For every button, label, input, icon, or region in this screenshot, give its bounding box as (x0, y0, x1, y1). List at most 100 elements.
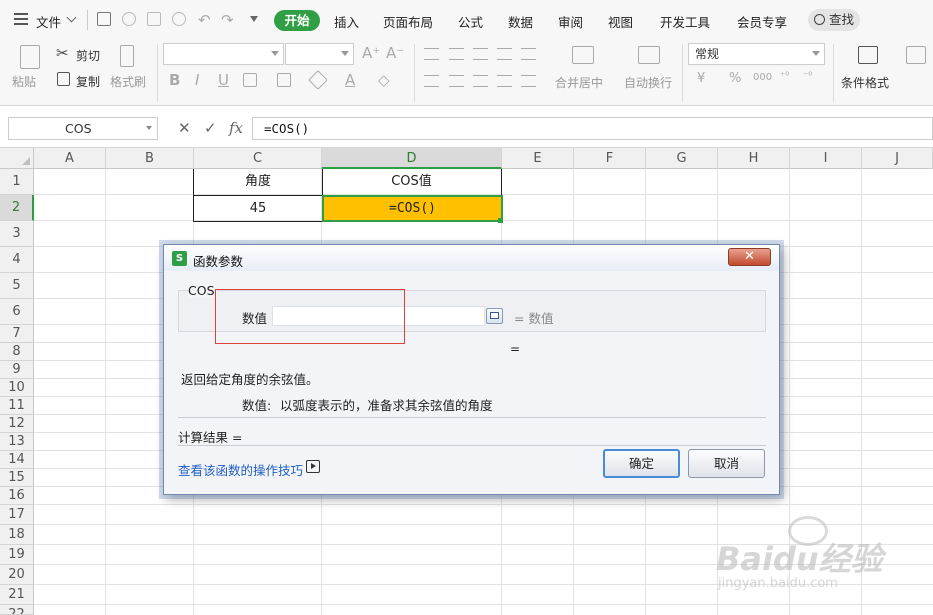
row-header-14[interactable]: 14 (0, 451, 34, 469)
row-header-19[interactable]: 19 (0, 545, 34, 565)
align-center-icon[interactable] (449, 75, 464, 87)
merge-center-icon[interactable] (572, 46, 594, 64)
tab-page-layout[interactable]: 页面布局 (383, 12, 433, 31)
cancel-formula-icon[interactable]: ✕ (178, 119, 191, 137)
cancel-button[interactable]: 取消 (688, 449, 765, 478)
row-header-3[interactable]: 3 (0, 221, 34, 247)
align-left-icon[interactable] (424, 75, 439, 87)
tab-review[interactable]: 审阅 (558, 12, 583, 31)
italic-button[interactable]: I (195, 71, 199, 89)
save-icon[interactable] (97, 12, 111, 26)
close-dialog-button[interactable]: ✕ (728, 248, 771, 266)
currency-button[interactable]: ¥ (697, 71, 705, 86)
tab-member[interactable]: 会员专享 (737, 12, 787, 31)
wrap-text-button[interactable]: 自动换行 (624, 74, 672, 91)
row-header-13[interactable]: 13 (0, 433, 34, 451)
select-all-corner[interactable] (0, 148, 34, 169)
print-icon[interactable] (147, 12, 161, 26)
row-header-16[interactable]: 16 (0, 487, 34, 505)
menu-icon[interactable] (14, 13, 28, 25)
percent-button[interactable]: % (729, 71, 741, 86)
font-name-combo[interactable] (163, 43, 284, 65)
align-top-icon[interactable] (424, 48, 439, 60)
font-shrink-icon[interactable]: A⁻ (386, 44, 404, 62)
row-header-17[interactable]: 17 (0, 505, 34, 525)
print-preview-icon[interactable] (172, 12, 186, 26)
row-header-10[interactable]: 10 (0, 379, 34, 397)
format-painter-icon[interactable] (120, 45, 134, 67)
row-header-2[interactable]: 2 (0, 195, 34, 221)
column-header-i[interactable]: I (790, 148, 862, 169)
indent-increase-icon[interactable] (521, 48, 536, 60)
increase-decimal-icon[interactable]: ⁺⁰ (780, 71, 789, 82)
chevron-down-icon[interactable] (146, 126, 152, 130)
column-header-f[interactable]: F (574, 148, 646, 169)
number-format-combo[interactable]: 常规 (688, 43, 825, 65)
font-color-icon[interactable]: A (345, 71, 355, 89)
dialog-title-bar[interactable]: S 函数参数 ✕ (164, 245, 779, 271)
row-header-11[interactable]: 11 (0, 397, 34, 415)
conditional-format-icon[interactable] (858, 46, 878, 64)
paste-button[interactable]: 粘贴 (12, 73, 36, 90)
tab-data[interactable]: 数据 (508, 12, 533, 31)
row-header-12[interactable]: 12 (0, 415, 34, 433)
tab-developer[interactable]: 开发工具 (660, 12, 710, 31)
ok-button[interactable]: 确定 (603, 449, 680, 478)
copy-button[interactable]: 复制 (76, 73, 100, 90)
distributed-icon[interactable] (521, 75, 536, 87)
fill-color-icon[interactable] (308, 70, 328, 90)
formula-input[interactable]: =COS() (252, 117, 933, 140)
customize-dropdown-icon[interactable] (250, 16, 258, 22)
wrap-text-icon[interactable] (638, 46, 660, 64)
row-header-7[interactable]: 7 (0, 325, 34, 343)
table-style-icon[interactable] (906, 46, 926, 64)
row-header-4[interactable]: 4 (0, 247, 34, 273)
tab-view[interactable]: 视图 (608, 12, 633, 31)
column-header-a[interactable]: A (34, 148, 106, 169)
row-header-1[interactable]: 1 (0, 169, 34, 195)
cell-c2[interactable]: 45 (193, 195, 323, 222)
font-grow-icon[interactable]: A⁺ (362, 44, 380, 62)
column-header-g[interactable]: G (646, 148, 718, 169)
name-box[interactable]: COS (8, 117, 158, 140)
thousands-button[interactable]: 000 (753, 72, 772, 83)
underline-button[interactable]: U (218, 71, 229, 89)
search-button[interactable]: 查找 (808, 9, 860, 31)
undo-icon[interactable]: ↶ (198, 11, 211, 29)
enter-formula-icon[interactable]: ✓ (204, 119, 217, 137)
cell-d1[interactable]: COS值 (322, 169, 502, 196)
column-header-j[interactable]: J (862, 148, 933, 169)
undo-history-icon[interactable] (122, 12, 136, 26)
indent-decrease-icon[interactable] (497, 48, 512, 60)
clear-format-icon[interactable]: ◇ (378, 71, 390, 89)
scissors-icon[interactable]: ✂ (56, 44, 69, 62)
column-header-h[interactable]: H (718, 148, 790, 169)
row-header-21[interactable]: 21 (0, 585, 34, 605)
redo-icon[interactable]: ↷ (221, 11, 234, 29)
row-header-8[interactable]: 8 (0, 343, 34, 361)
cell-d2-active[interactable]: =COS() (322, 195, 503, 222)
row-header-6[interactable]: 6 (0, 299, 34, 325)
align-middle-icon[interactable] (449, 48, 464, 60)
range-picker-icon[interactable] (486, 308, 503, 324)
row-header-20[interactable]: 20 (0, 565, 34, 585)
copy-icon[interactable] (57, 72, 70, 86)
conditional-format-button[interactable]: 条件格式 (841, 74, 889, 91)
justify-icon[interactable] (497, 75, 512, 87)
font-size-combo[interactable] (285, 43, 354, 65)
cell-c1[interactable]: 角度 (193, 169, 323, 196)
tab-formulas[interactable]: 公式 (458, 12, 483, 31)
format-painter-button[interactable]: 格式刷 (110, 73, 146, 90)
row-header-9[interactable]: 9 (0, 361, 34, 379)
chevron-down-icon[interactable] (66, 12, 77, 23)
strikethrough-icon[interactable] (277, 73, 291, 87)
column-header-e[interactable]: E (502, 148, 574, 169)
bold-button[interactable]: B (169, 71, 180, 89)
border-icon[interactable] (243, 73, 257, 87)
row-header-22[interactable]: 22 (0, 605, 34, 615)
align-bottom-icon[interactable] (473, 48, 488, 60)
paste-icon[interactable] (20, 45, 40, 69)
tab-insert[interactable]: 插入 (334, 12, 359, 31)
cut-button[interactable]: 剪切 (76, 47, 100, 64)
video-icon[interactable] (306, 460, 320, 473)
